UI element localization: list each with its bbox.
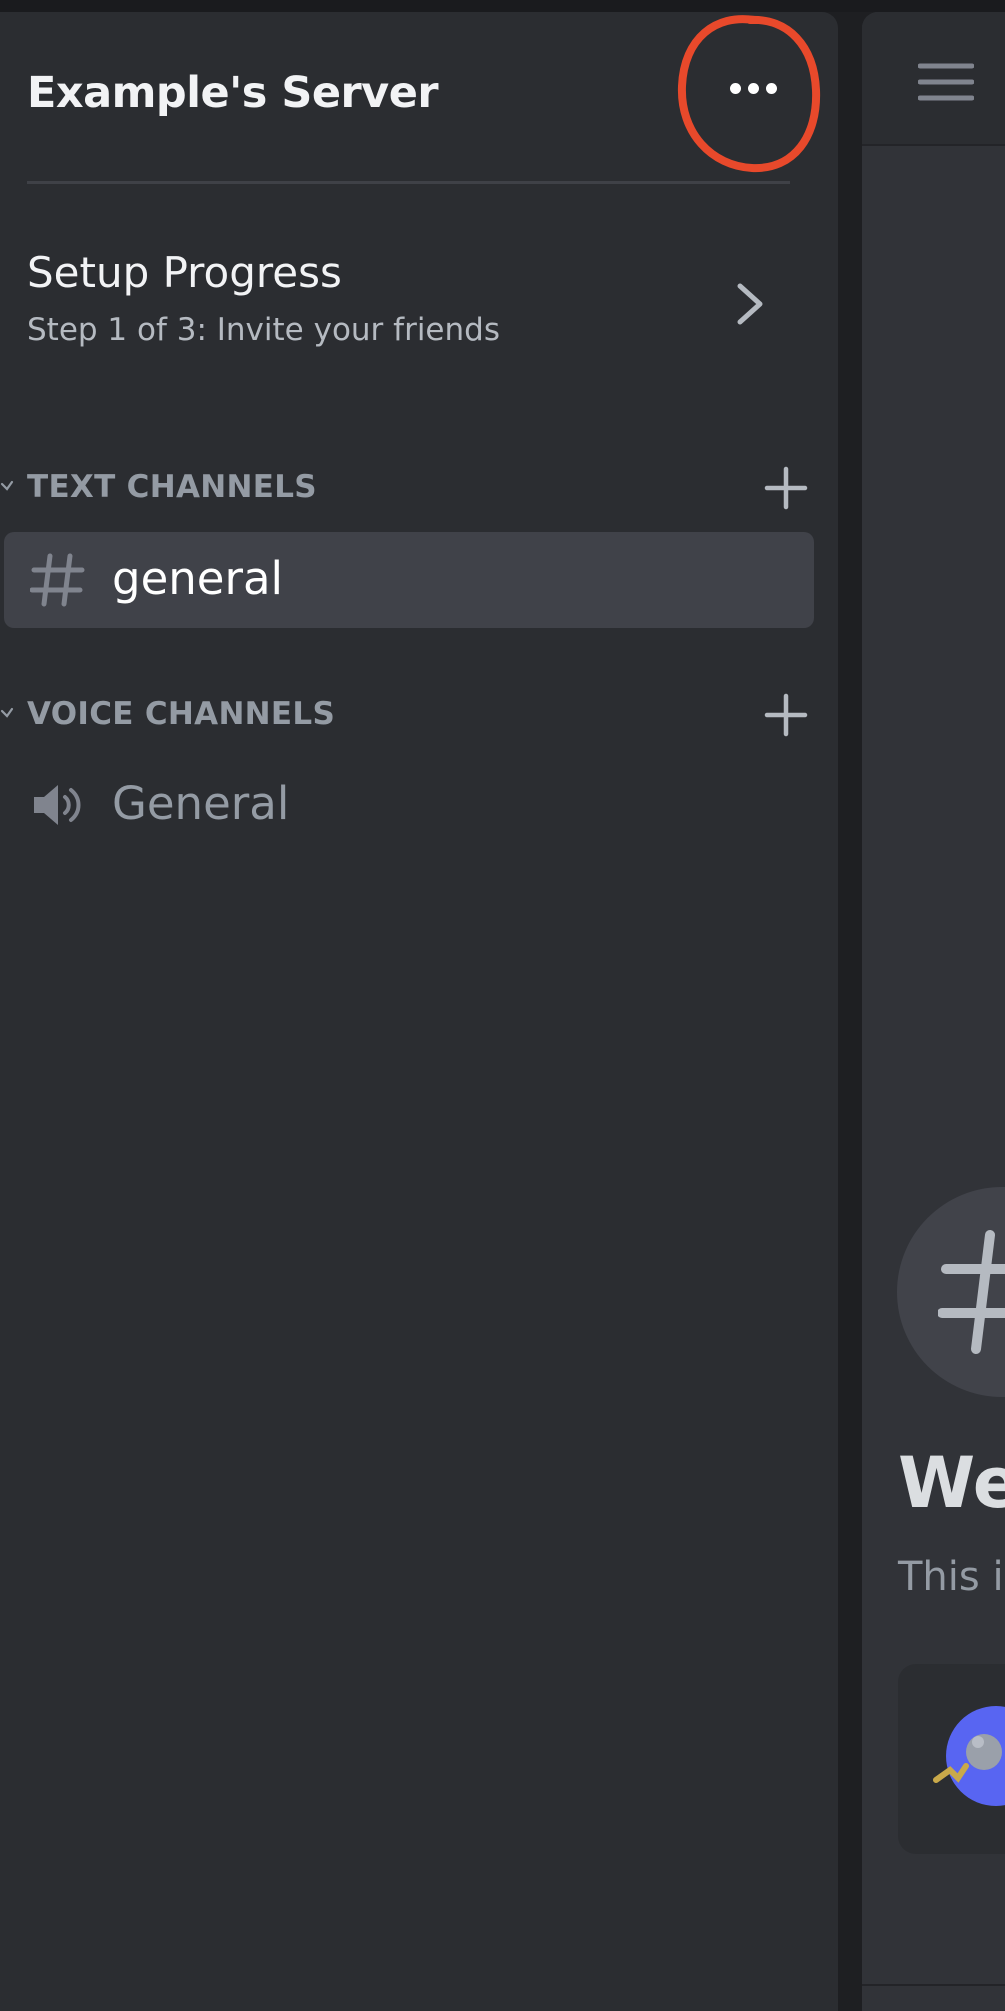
setup-step-text: Step 1 of 3: Invite your friends [27, 312, 500, 348]
composer-divider [862, 1984, 1005, 1986]
hash-icon [30, 553, 85, 607]
server-header[interactable]: Example's Server [0, 12, 838, 184]
channel-name: General [112, 777, 290, 830]
welcome-title: We [898, 1442, 1005, 1524]
dot [747, 82, 759, 94]
channel-item-voice-general[interactable]: General [4, 757, 814, 853]
server-name: Example's Server [27, 68, 439, 118]
add-channel-icon[interactable] [763, 465, 809, 511]
wumpus-icon [933, 1734, 1002, 1783]
category-voice-channels[interactable]: VOICE CHANNELS [0, 684, 838, 744]
main-chat-panel: We This i [862, 12, 1005, 2011]
add-channel-icon[interactable] [763, 692, 809, 738]
chevron-right-icon [737, 283, 763, 325]
hash-icon [938, 1230, 1005, 1354]
chevron-down-icon [0, 707, 14, 718]
setup-progress-title: Setup Progress [27, 248, 342, 297]
setup-progress-card[interactable]: Setup Progress Step 1 of 3: Invite your … [0, 212, 838, 594]
channel-name: general [112, 552, 284, 605]
channel-item-general[interactable]: general [4, 532, 814, 628]
dot [729, 82, 741, 94]
category-label: VOICE CHANNELS [27, 696, 336, 732]
hamburger-menu-icon[interactable] [918, 62, 974, 102]
category-label: TEXT CHANNELS [27, 469, 317, 505]
chat-topbar [862, 12, 1005, 146]
status-strip [0, 0, 1005, 12]
chevron-down-icon [0, 480, 14, 491]
channel-sidebar: Example's Server Setup Progress Step 1 o… [0, 12, 838, 2011]
welcome-subtitle: This i [898, 1554, 1004, 1600]
category-text-channels[interactable]: TEXT CHANNELS [0, 457, 838, 517]
dot [765, 82, 777, 94]
panel-gap [838, 12, 862, 2011]
header-divider [27, 181, 790, 184]
speaker-icon [34, 785, 81, 825]
more-options-button[interactable] [700, 52, 806, 124]
